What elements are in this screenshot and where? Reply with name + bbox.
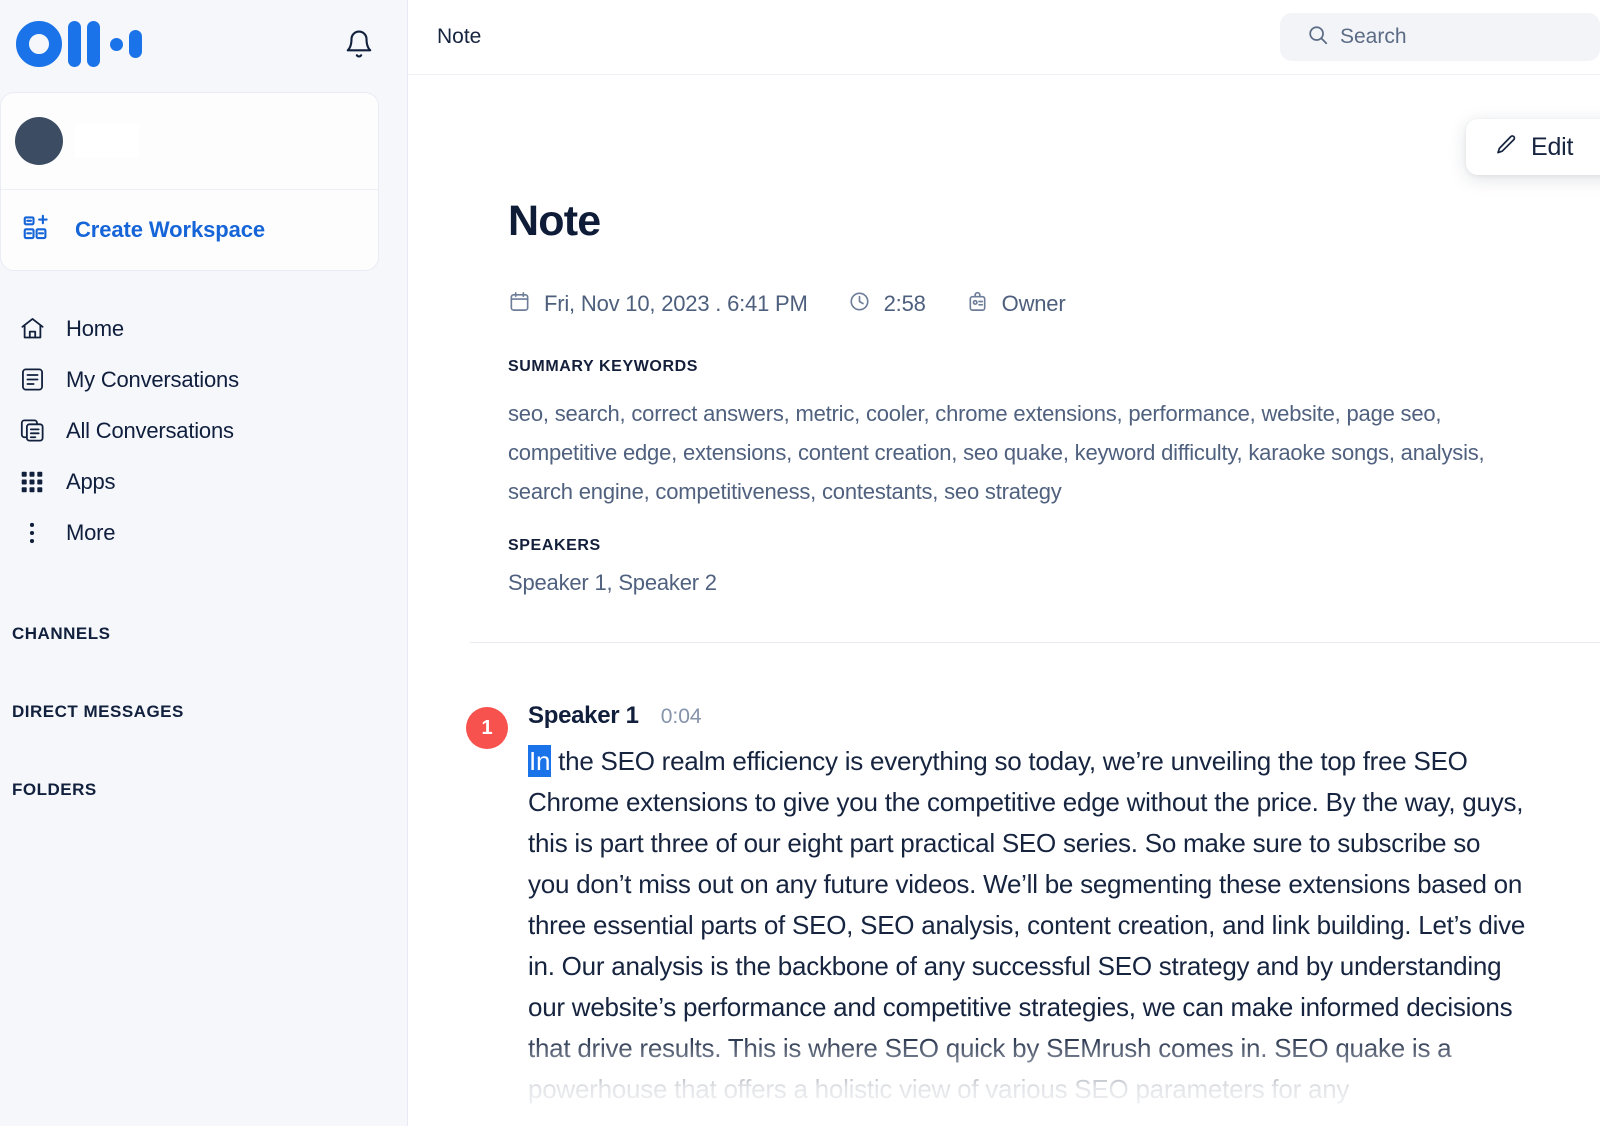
summary-keywords-heading: SUMMARY KEYWORDS	[508, 358, 1600, 376]
id-badge-icon	[966, 290, 989, 318]
edit-button[interactable]: Edit	[1466, 119, 1600, 175]
utterance-body: Speaker 1 0:04 In the SEO realm efficien…	[528, 702, 1528, 1110]
bell-icon[interactable]	[339, 24, 379, 64]
dots-vertical-icon	[18, 519, 46, 547]
search-input[interactable]: Search	[1280, 13, 1600, 61]
otter-logo[interactable]	[16, 21, 142, 67]
sidebar-item-apps[interactable]: Apps	[12, 456, 407, 507]
page-title: Note	[437, 25, 481, 49]
note-body: Note Fri, Nov 10, 2023 . 6:41 PM	[408, 75, 1600, 1110]
sidebar-item-label: Apps	[66, 469, 115, 495]
edit-label: Edit	[1531, 133, 1573, 162]
logo-ring	[16, 21, 62, 67]
meta-duration-text: 2:58	[884, 291, 926, 317]
sidebar-nav: Home My Conversations	[0, 303, 407, 558]
profile-card[interactable]: Create Workspace	[0, 92, 379, 271]
speakers-list: Speaker 1, Speaker 2	[508, 570, 1600, 596]
top-bar: Note Search	[408, 0, 1600, 75]
utterance-header: Speaker 1 0:04	[528, 702, 1528, 730]
note-content: Edit Note Fri, Nov	[408, 75, 1600, 1126]
profile-row[interactable]	[1, 93, 378, 190]
sidebar-section-folders[interactable]: FOLDERS	[0, 780, 407, 800]
search-placeholder: Search	[1340, 25, 1407, 49]
utterance-text[interactable]: In the SEO realm efficiency is everythin…	[528, 741, 1528, 1110]
meta-date-text: Fri, Nov 10, 2023 . 6:41 PM	[544, 291, 808, 317]
highlighted-word: In	[528, 745, 551, 777]
profile-name-redacted	[75, 124, 139, 158]
documents-stack-icon	[18, 417, 46, 445]
logo-dot	[110, 38, 123, 51]
create-workspace-button[interactable]: Create Workspace	[1, 190, 378, 270]
utterance-speaker-name[interactable]: Speaker 1	[528, 702, 639, 730]
sidebar-item-label: Home	[66, 316, 124, 342]
grid-icon	[18, 468, 46, 496]
meta-role-text: Owner	[1002, 291, 1066, 317]
note-meta-row: Fri, Nov 10, 2023 . 6:41 PM 2:58	[508, 290, 1600, 318]
workspace-add-icon	[21, 213, 51, 248]
app-root: Create Workspace Home	[0, 0, 1600, 1126]
create-workspace-label: Create Workspace	[75, 217, 265, 243]
pencil-icon	[1494, 133, 1518, 162]
speakers-heading: SPEAKERS	[508, 537, 1600, 555]
document-icon	[18, 366, 46, 394]
sidebar-header	[0, 0, 407, 88]
home-icon	[18, 315, 46, 343]
sidebar: Create Workspace Home	[0, 0, 408, 1126]
sidebar-section-direct-messages[interactable]: DIRECT MESSAGES	[0, 702, 407, 722]
utterance-timestamp[interactable]: 0:04	[661, 705, 702, 729]
avatar	[15, 117, 63, 165]
sidebar-item-more[interactable]: More	[12, 507, 407, 558]
clock-icon	[848, 290, 871, 318]
main-panel: Note Search Edit	[408, 0, 1600, 1126]
meta-date: Fri, Nov 10, 2023 . 6:41 PM	[508, 290, 808, 318]
sidebar-item-my-conversations[interactable]: My Conversations	[12, 354, 407, 405]
sidebar-item-label: More	[66, 520, 115, 546]
sidebar-item-label: All Conversations	[66, 418, 234, 444]
meta-duration: 2:58	[848, 290, 926, 318]
logo-bar-2	[87, 21, 100, 67]
section-divider	[470, 642, 1600, 643]
sidebar-item-label: My Conversations	[66, 367, 239, 393]
summary-keywords-list: seo, search, correct answers, metric, co…	[508, 394, 1538, 511]
search-icon	[1307, 24, 1329, 51]
calendar-icon	[508, 290, 531, 318]
note-title: Note	[508, 75, 1600, 246]
speaker-badge[interactable]: 1	[466, 707, 508, 749]
sidebar-item-all-conversations[interactable]: All Conversations	[12, 405, 407, 456]
transcript-utterance: 1 Speaker 1 0:04 In the SEO realm effici…	[508, 702, 1600, 1110]
meta-role: Owner	[966, 290, 1066, 318]
utterance-text-rest: the SEO realm efficiency is everything s…	[528, 746, 1525, 1104]
sidebar-section-channels[interactable]: CHANNELS	[0, 624, 407, 644]
sidebar-item-home[interactable]: Home	[12, 303, 407, 354]
logo-bar-3	[129, 30, 142, 58]
logo-bar-1	[68, 21, 81, 67]
